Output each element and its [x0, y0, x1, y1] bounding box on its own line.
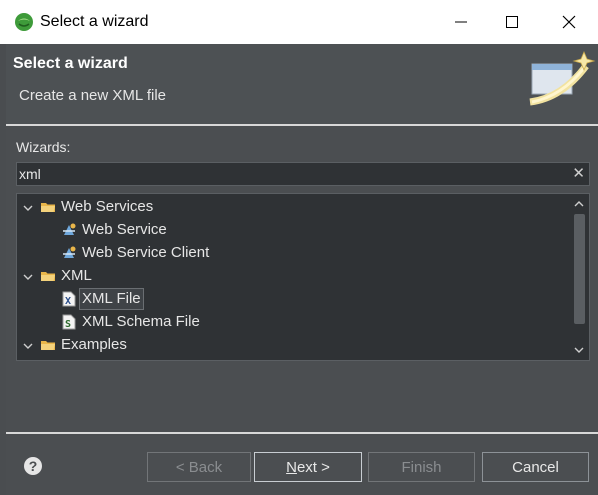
help-icon[interactable]: ?	[23, 456, 43, 476]
banner-description: Create a new XML file	[19, 87, 167, 104]
tree-item-label: Web Service	[82, 221, 167, 238]
tree-item-web-service[interactable]: Web Service	[17, 219, 569, 242]
tree-scrollbar[interactable]	[569, 194, 589, 360]
wizard-banner-icon	[529, 50, 596, 106]
tree-item-examples[interactable]: Examples	[17, 334, 569, 357]
wizards-label: Wizards:	[16, 139, 71, 155]
next-mnemonic: N	[286, 458, 297, 476]
svg-text:?: ?	[29, 458, 38, 474]
wizard-tree[interactable]: Web Services Web Service Web Service Cli…	[16, 193, 590, 361]
tree-item-label: Examples	[61, 336, 127, 353]
eclipse-app-icon	[15, 13, 33, 31]
cancel-button[interactable]: Cancel	[482, 452, 589, 482]
close-button[interactable]	[546, 0, 592, 44]
tree-item-xml-file[interactable]: X XML File	[17, 288, 569, 311]
chevron-down-icon[interactable]	[22, 340, 34, 352]
chevron-down-icon[interactable]	[22, 271, 34, 283]
next-button[interactable]: Next >	[254, 452, 362, 482]
close-icon	[562, 15, 576, 29]
banner-separator	[6, 124, 598, 126]
web-service-client-icon	[63, 246, 76, 258]
minimize-icon	[455, 21, 467, 23]
window-title: Select a wizard	[40, 13, 149, 30]
folder-icon	[41, 272, 55, 281]
chevron-up-icon[interactable]	[573, 198, 585, 210]
tree-item-label: XML File	[79, 288, 144, 310]
tree-item-label: Web Services	[61, 198, 154, 215]
folder-icon	[41, 203, 55, 212]
tree-item-web-service-client[interactable]: Web Service Client	[17, 242, 569, 265]
maximize-button[interactable]	[489, 0, 535, 44]
filter-input[interactable]	[19, 164, 559, 184]
tree-item-label: XML Schema File	[82, 313, 200, 330]
folder-icon	[41, 341, 55, 350]
tree-item-xml[interactable]: XML	[17, 265, 569, 288]
xml-file-icon: X	[62, 291, 76, 307]
wizard-banner: Select a wizard Create a new XML file	[6, 44, 598, 124]
back-button[interactable]: < Back	[147, 452, 251, 482]
xml-schema-file-icon: S	[62, 314, 76, 330]
minimize-button[interactable]	[438, 0, 484, 44]
maximize-icon	[506, 16, 518, 28]
chevron-down-icon[interactable]	[573, 344, 585, 356]
finish-button[interactable]: Finish	[368, 452, 475, 482]
tree-item-label: XML	[61, 267, 92, 284]
svg-text:X: X	[65, 296, 71, 307]
svg-text:S: S	[65, 319, 71, 330]
banner-title: Select a wizard	[13, 55, 128, 72]
footer-separator	[6, 432, 598, 434]
next-label: ext >	[296, 458, 330, 476]
wizard-filter-field[interactable]: ✕	[16, 162, 590, 186]
tree-item-label: Web Service Client	[82, 244, 210, 261]
tree-item-web-services[interactable]: Web Services	[17, 196, 569, 219]
title-bar: Select a wizard	[0, 0, 598, 44]
tree-item-xml-schema-file[interactable]: S XML Schema File	[17, 311, 569, 334]
web-service-icon	[63, 223, 76, 235]
clear-icon[interactable]: ✕	[572, 165, 585, 183]
chevron-down-icon[interactable]	[22, 202, 34, 214]
scrollbar-thumb[interactable]	[574, 214, 585, 324]
